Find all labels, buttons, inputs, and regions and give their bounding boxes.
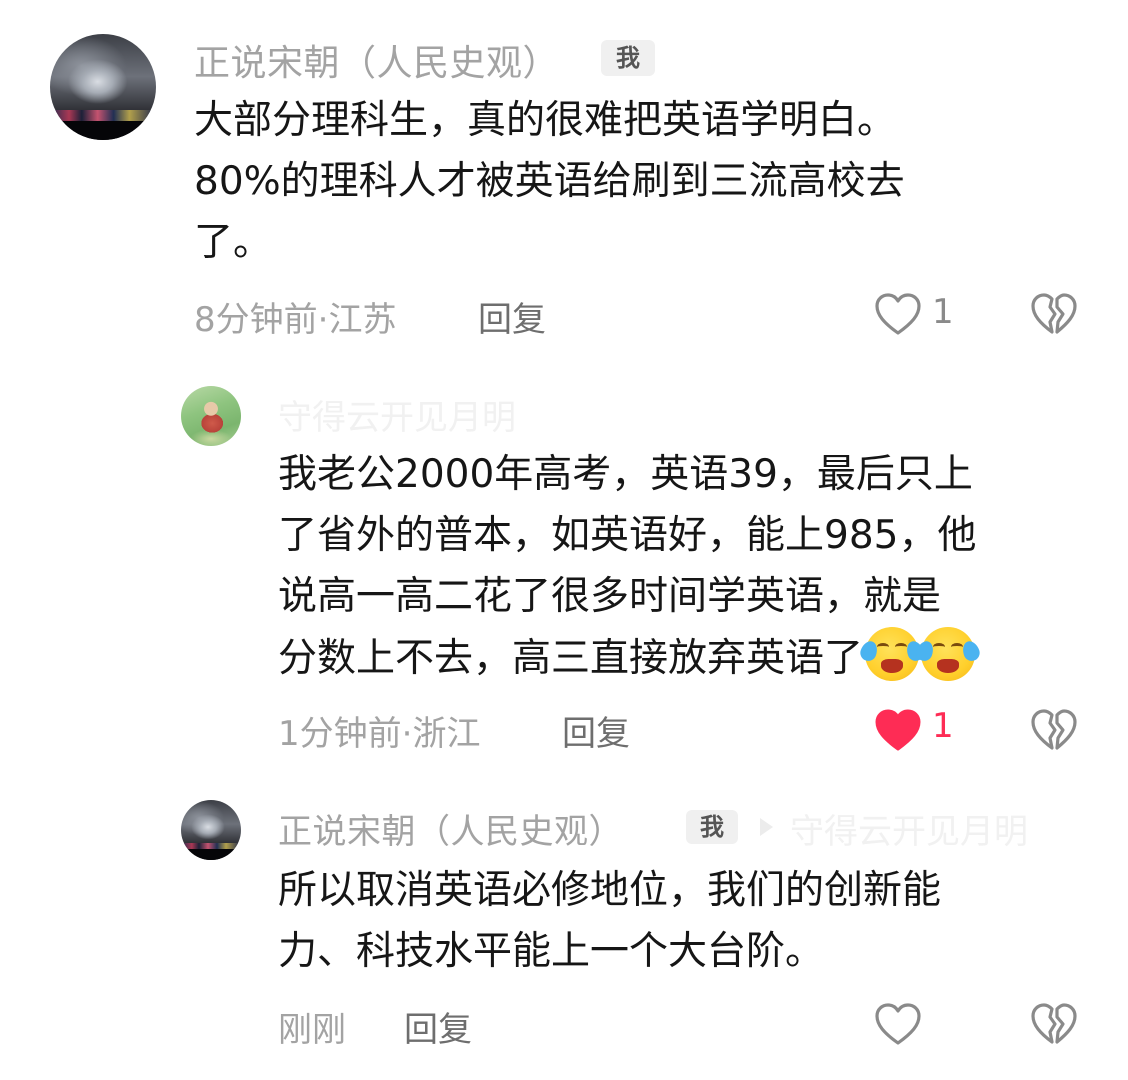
like-count: 1 xyxy=(932,292,954,332)
comment-text-line: 力、科技水平能上一个大台阶。 xyxy=(278,929,825,974)
comment-text-line: 80%的理科人才被英语给刷到三流高校去 xyxy=(194,159,905,204)
me-badge: 我 xyxy=(686,810,738,844)
reply-button[interactable]: 回复 xyxy=(478,292,546,341)
username[interactable]: 正说宋朝（人民史观） xyxy=(194,34,559,86)
avatar-city-lights xyxy=(50,110,156,121)
heart-outline-icon[interactable] xyxy=(874,1002,922,1046)
reply-button[interactable]: 回复 xyxy=(404,1002,472,1051)
time-location: 8分钟前·江苏 xyxy=(194,300,397,340)
comment-text-segment: 分数上不去，高三直接放弃英语了 xyxy=(278,636,864,681)
heart-filled-icon[interactable] xyxy=(874,708,922,752)
avatar-ground xyxy=(181,849,241,860)
time-location: 刚刚 xyxy=(278,1010,346,1050)
comment-1: 正说宋朝（人民史观） 我 大部分理科生，真的很难把英语学明白。 80%的理科人才… xyxy=(0,0,1128,360)
avatar[interactable] xyxy=(181,800,241,860)
comment-text-line: 说高一高二花了很多时间学英语，就是 xyxy=(278,574,942,619)
heart-outline-icon[interactable] xyxy=(874,292,922,336)
avatar-ground xyxy=(50,120,156,140)
comment-text-line: 分数上不去，高三直接放弃英语了 xyxy=(278,627,982,689)
avatar[interactable] xyxy=(181,386,241,446)
broken-heart-icon[interactable] xyxy=(1030,1002,1078,1046)
username[interactable]: 守得云开见月明 xyxy=(278,390,516,439)
comment-text-line: 了。 xyxy=(194,220,273,265)
avatar[interactable] xyxy=(50,34,156,140)
loudly-crying-face-icon xyxy=(914,627,982,681)
comment-text-line: 大部分理科生，真的很难把英语学明白。 xyxy=(194,98,897,143)
comment-text-line: 我老公2000年高考，英语39，最后只上 xyxy=(278,452,973,497)
broken-heart-icon[interactable] xyxy=(1030,292,1078,336)
username[interactable]: 正说宋朝（人民史观） xyxy=(278,804,623,853)
time-location: 1分钟前·浙江 xyxy=(278,714,481,754)
comment-2: 守得云开见月明 我老公2000年高考，英语39，最后只上 了省外的普本，如英语好… xyxy=(0,360,1128,780)
reply-button[interactable]: 回复 xyxy=(562,706,630,755)
like-count: 1 xyxy=(932,706,954,746)
comment-text[interactable]: 我老公2000年高考，英语39，最后只上 了省外的普本，如英语好，能上985，他… xyxy=(278,444,982,689)
broken-heart-icon[interactable] xyxy=(1030,708,1078,752)
reply-target-username[interactable]: 守得云开见月明 xyxy=(790,804,1028,853)
comment-text-line: 所以取消英语必修地位，我们的创新能 xyxy=(278,868,942,913)
reply-arrow-icon xyxy=(760,818,773,836)
comment-text[interactable]: 大部分理科生，真的很难把英语学明白。 80%的理科人才被英语给刷到三流高校去 了… xyxy=(194,90,905,273)
comment-text-line: 了省外的普本，如英语好，能上985，他 xyxy=(278,513,977,558)
loudly-crying-face-icon xyxy=(858,627,926,681)
comment-text[interactable]: 所以取消英语必修地位，我们的创新能 力、科技水平能上一个大台阶。 xyxy=(278,860,941,982)
me-badge: 我 xyxy=(601,40,655,76)
comment-3: 正说宋朝（人民史观） 我 守得云开见月明 所以取消英语必修地位，我们的创新能 力… xyxy=(0,780,1128,1080)
